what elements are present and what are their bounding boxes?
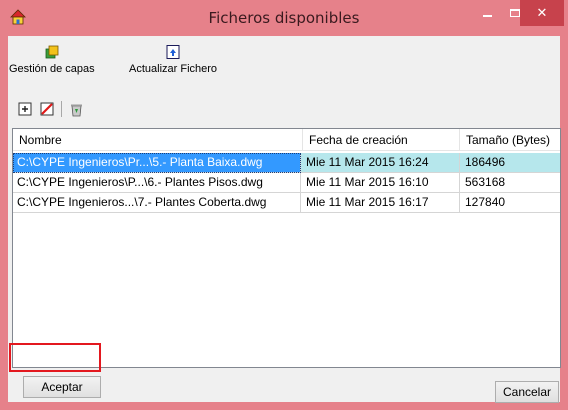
table-row[interactable]: C:\CYPE Ingenieros\P...\6.- Plantes Piso… (13, 173, 560, 193)
dialog-window: Ficheros disponibles ✕ Gestión de capas … (0, 0, 568, 410)
column-header-fecha[interactable]: Fecha de creación (303, 129, 460, 151)
dialog-client-area: Gestión de capas Actualizar Fichero Nomb… (8, 36, 561, 403)
cancelar-button[interactable]: Cancelar (495, 381, 559, 403)
cell-tamano: 127840 (460, 193, 560, 213)
cell-nombre: C:\CYPE Ingenieros\Pr...\5.- Planta Baix… (13, 153, 301, 173)
list-toolbar (16, 98, 89, 120)
toolbar-separator (61, 101, 62, 117)
table-row[interactable]: C:\CYPE Ingenieros\Pr...\5.- Planta Baix… (13, 153, 560, 173)
layers-icon (45, 45, 59, 59)
file-list[interactable]: Nombre Fecha de creación Tamaño (Bytes) … (12, 128, 561, 368)
table-row[interactable]: C:\CYPE Ingenieros...\7.- Plantes Cobert… (13, 193, 560, 213)
actualizar-fichero-button[interactable]: Actualizar Fichero (129, 44, 217, 75)
cell-nombre: C:\CYPE Ingenieros\P...\6.- Plantes Piso… (13, 173, 301, 193)
recycle-bin-button[interactable] (67, 100, 85, 118)
cell-tamano: 186496 (460, 153, 560, 173)
aceptar-button[interactable]: Aceptar (23, 376, 101, 398)
refresh-file-icon (166, 45, 180, 59)
recycle-bin-icon (70, 104, 82, 116)
cell-fecha: Mie 11 Mar 2015 16:24 (301, 153, 460, 173)
cell-fecha: Mie 11 Mar 2015 16:10 (301, 173, 460, 193)
delete-button[interactable] (38, 100, 56, 118)
column-header-nombre[interactable]: Nombre (13, 129, 303, 151)
add-icon (18, 102, 32, 116)
title-bar[interactable]: Ficheros disponibles ✕ (0, 0, 568, 36)
minimize-icon (482, 15, 492, 17)
main-toolbar: Gestión de capas Actualizar Fichero (8, 36, 560, 86)
cell-tamano: 563168 (460, 173, 560, 193)
column-header-tamano[interactable]: Tamaño (Bytes) (460, 129, 560, 151)
maximize-icon (510, 9, 520, 17)
gestion-capas-button[interactable]: Gestión de capas (9, 44, 95, 75)
actualizar-fichero-label: Actualizar Fichero (129, 63, 218, 75)
gestion-capas-label: Gestión de capas (9, 63, 95, 75)
close-button[interactable]: ✕ (520, 0, 564, 26)
add-button[interactable] (16, 100, 34, 118)
cell-fecha: Mie 11 Mar 2015 16:17 (301, 193, 460, 213)
delete-icon (40, 102, 54, 116)
close-icon: ✕ (536, 5, 548, 21)
list-header: Nombre Fecha de creación Tamaño (Bytes) (13, 129, 560, 151)
minimize-button[interactable] (472, 0, 502, 26)
cell-nombre: C:\CYPE Ingenieros...\7.- Plantes Cobert… (13, 193, 301, 213)
